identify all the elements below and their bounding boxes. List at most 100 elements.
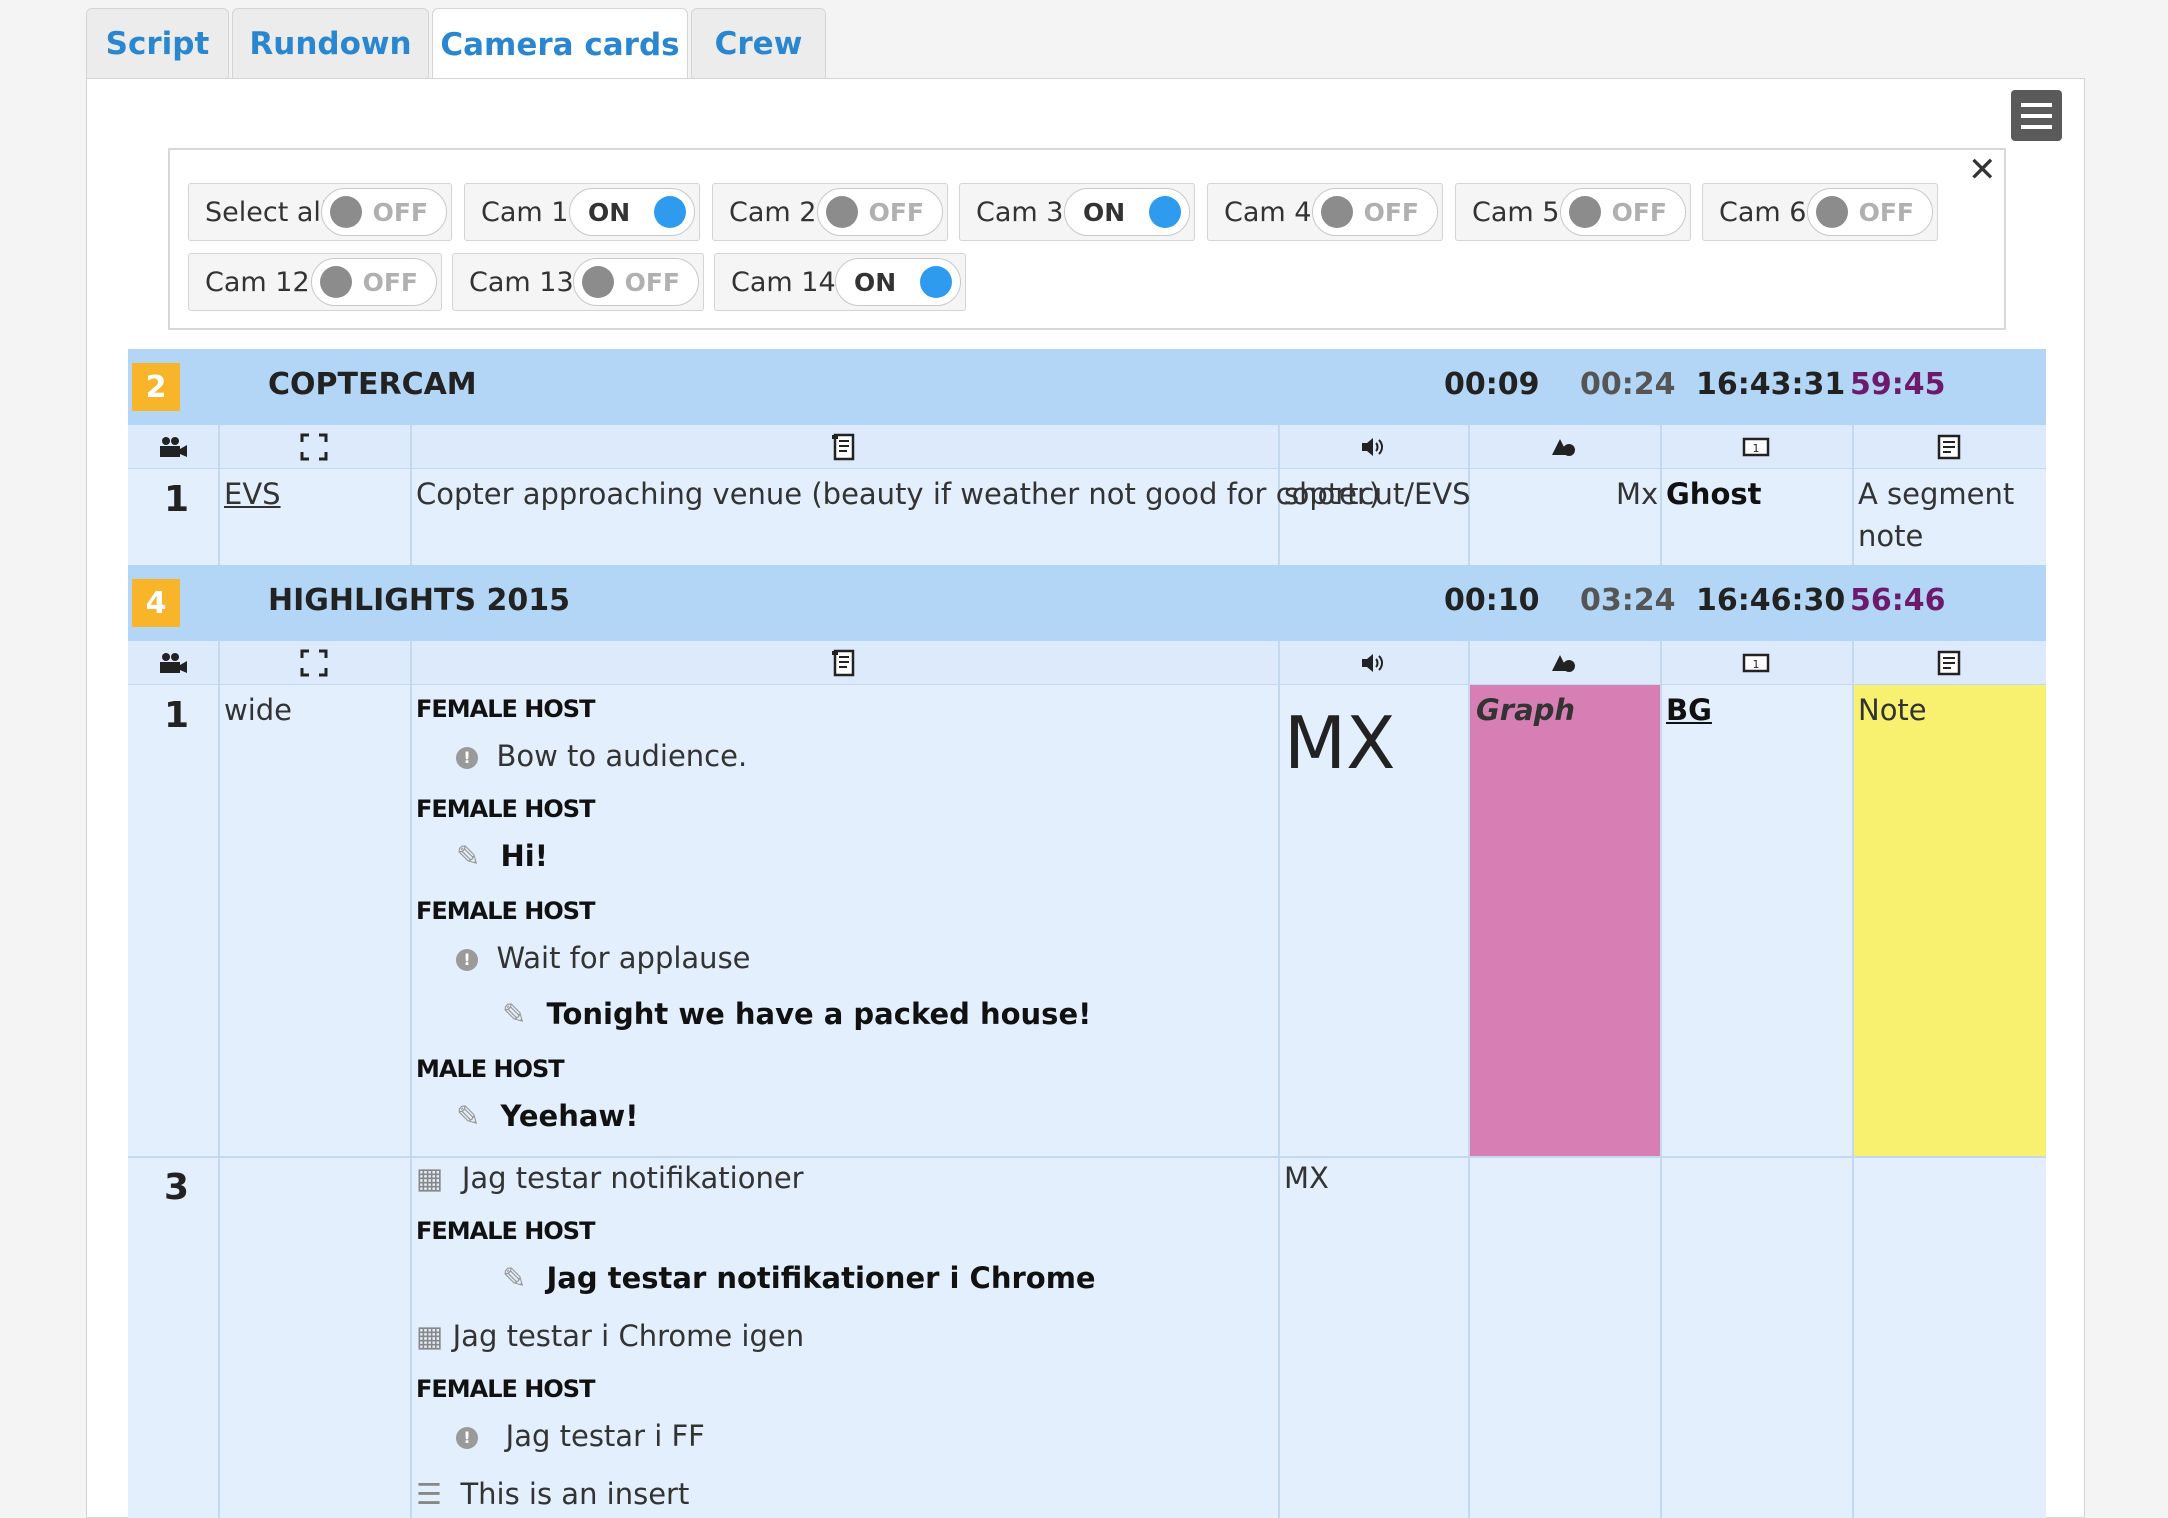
role-label: FEMALE HOST (416, 695, 595, 723)
exclamation-icon: ! (456, 747, 478, 769)
note-cell-line: note (1858, 519, 1924, 553)
exclamation-icon: ! (456, 949, 478, 971)
hamburger-menu-button[interactable] (2011, 90, 2062, 141)
cam-2-toggle[interactable]: Cam 2 OFF (712, 183, 948, 241)
segment-remaining-time: 59:45 (1850, 367, 1946, 402)
cam-5-toggle[interactable]: Cam 5 OFF (1455, 183, 1691, 241)
insert-line: ☰ This is an insert (416, 1477, 690, 1511)
speaker-icon (1278, 425, 1468, 469)
exclamation-icon: ! (456, 1427, 478, 1449)
toggle-switch[interactable]: OFF (573, 258, 699, 306)
screen-cell: Ghost (1666, 477, 1762, 511)
camera-number: 1 (164, 479, 190, 520)
toggle-switch[interactable]: ON (569, 188, 695, 236)
select-all-toggle[interactable]: Select all OFF (188, 183, 452, 241)
role-label: FEMALE HOST (416, 897, 595, 925)
cam-1-toggle[interactable]: Cam 1 ON (464, 183, 700, 241)
microphone-icon: ✎ (456, 839, 481, 873)
segment-header[interactable]: 2 COPTERCAM 00:09 00:24 16:43:31 59:45 (128, 349, 2046, 425)
svg-text:1: 1 (1753, 658, 1760, 671)
shot-cell: wide (224, 693, 293, 727)
tab-script[interactable]: Script (86, 8, 229, 78)
instruction-line: ! Bow to audience. (456, 739, 747, 773)
segment-header[interactable]: 4 HIGHLIGHTS 2015 00:10 03:24 16:46:30 5… (128, 565, 2046, 641)
insert-icon: ☰ (416, 1477, 442, 1511)
segment-duration: 00:10 (1444, 583, 1540, 618)
menu-bar-icon (2021, 102, 2052, 107)
clip-line: ▦ Jag testar i Chrome igen (416, 1319, 805, 1353)
screen-cell[interactable]: BG (1666, 693, 1712, 727)
cam-label: Cam 3 (976, 196, 1064, 228)
camera-icon (128, 425, 218, 469)
cam-14-toggle[interactable]: Cam 14 ON (714, 253, 966, 311)
cam-6-toggle[interactable]: Cam 6 OFF (1702, 183, 1938, 241)
microphone-icon: ✎ (456, 1099, 481, 1133)
frame-icon (218, 425, 410, 469)
speech-line: ✎ Jag testar notifikationer i Chrome (502, 1261, 1096, 1295)
clip-line: ▦ Jag testar notifikationer (416, 1161, 804, 1195)
instruction-line: ! Jag testar i FF (456, 1419, 705, 1453)
role-label: FEMALE HOST (416, 795, 595, 823)
segment-cumulative-time: 00:24 (1580, 367, 1676, 402)
cam-label: Cam 5 (1472, 196, 1560, 228)
graphics-icon (1468, 425, 1660, 469)
screen-icon: 1 (1660, 425, 1852, 469)
segment-title: HIGHLIGHTS 2015 (268, 583, 571, 618)
segment-cumulative-time: 03:24 (1580, 583, 1676, 618)
cam-12-toggle[interactable]: Cam 12 OFF (188, 253, 442, 311)
role-label: FEMALE HOST (416, 1375, 595, 1403)
toggle-switch[interactable]: OFF (311, 258, 437, 306)
segment-number-badge: 4 (132, 579, 180, 627)
role-label: FEMALE HOST (416, 1217, 595, 1245)
microphone-icon: ✎ (502, 997, 527, 1031)
speech-line: ✎ Yeehaw! (456, 1099, 639, 1133)
script-icon (410, 425, 1278, 469)
screen-icon: 1 (1660, 641, 1852, 685)
cam-3-toggle[interactable]: Cam 3 ON (959, 183, 1195, 241)
toggle-switch[interactable]: ON (835, 258, 961, 306)
cam-label: Cam 14 (731, 266, 836, 298)
camera-number: 3 (164, 1167, 190, 1208)
note-icon (1852, 641, 2046, 685)
column-icon-row: 1 (128, 425, 2046, 469)
speech-line: ✎ Hi! (456, 839, 548, 873)
svg-text:1: 1 (1753, 442, 1760, 455)
speaker-icon (1278, 641, 1468, 685)
role-label: MALE HOST (416, 1055, 565, 1083)
tab-camera-cards[interactable]: Camera cards (432, 8, 688, 81)
shot-link[interactable]: EVS (224, 477, 281, 511)
toggle-switch[interactable]: OFF (1560, 188, 1686, 236)
segment-title: COPTERCAM (268, 367, 477, 402)
tab-crew[interactable]: Crew (691, 8, 826, 78)
menu-bar-icon (2021, 113, 2052, 118)
toggle-switch[interactable]: OFF (817, 188, 943, 236)
note-icon (1852, 425, 2046, 469)
audio-cell: MX (1284, 701, 1396, 785)
tab-rundown[interactable]: Rundown (232, 8, 429, 78)
microphone-icon: ✎ (502, 1261, 527, 1295)
graphics-icon (1468, 641, 1660, 685)
instruction-line: ! Wait for applause (456, 941, 751, 975)
script-icon (410, 641, 1278, 685)
segment-remaining-time: 56:46 (1850, 583, 1946, 618)
toggle-switch[interactable]: OFF (1807, 188, 1933, 236)
tab-bar: Script Rundown Camera cards Crew (86, 8, 829, 81)
column-icon-row: 1 (128, 641, 2046, 685)
film-icon: ▦ (416, 1319, 444, 1353)
frame-icon (218, 641, 410, 685)
speech-line: ✎ Tonight we have a packed house! (502, 997, 1092, 1031)
toggle-switch[interactable]: OFF (321, 188, 447, 236)
toggle-switch[interactable]: ON (1064, 188, 1190, 236)
cam-label: Select all (205, 196, 329, 228)
segment-clock-time: 16:43:31 (1696, 367, 1846, 402)
cam-label: Cam 4 (1224, 196, 1312, 228)
script-text: Copter approaching venue (beauty if weat… (416, 477, 1381, 511)
close-icon[interactable]: ✕ (1968, 150, 1997, 190)
graphics-cell: Graph (1476, 693, 1576, 727)
camera-icon (128, 641, 218, 685)
cam-label: Cam 6 (1719, 196, 1807, 228)
toggle-switch[interactable]: OFF (1312, 188, 1438, 236)
segment-number-badge: 2 (132, 363, 180, 411)
cam-13-toggle[interactable]: Cam 13 OFF (452, 253, 704, 311)
cam-4-toggle[interactable]: Cam 4 OFF (1207, 183, 1443, 241)
